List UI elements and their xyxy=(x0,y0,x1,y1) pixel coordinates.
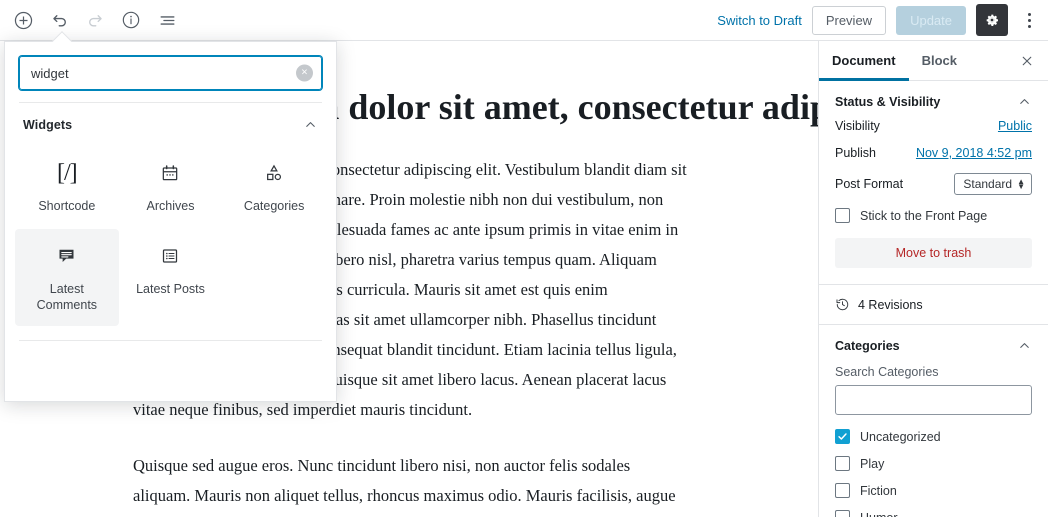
sticky-checkbox[interactable] xyxy=(835,208,850,223)
chevron-down-icon: ▲ ▼ xyxy=(1017,177,1025,191)
tab-document[interactable]: Document xyxy=(819,41,909,81)
category-checkbox[interactable] xyxy=(835,429,850,444)
visibility-row: Visibility Public xyxy=(835,119,1032,133)
widgets-section-title: Widgets xyxy=(23,117,73,132)
block-item-latest-posts[interactable]: Latest Posts xyxy=(119,229,223,326)
sticky-checkbox-row[interactable]: Stick to the Front Page xyxy=(835,208,1032,223)
comment-icon xyxy=(56,243,77,269)
sticky-label: Stick to the Front Page xyxy=(860,208,988,223)
list-icon xyxy=(160,243,180,269)
publish-label: Publish xyxy=(835,146,876,160)
category-label: Humor xyxy=(860,511,898,517)
more-options-icon[interactable] xyxy=(1018,5,1040,35)
sidebar-tabs: Document Block xyxy=(819,41,1048,81)
editor-top-bar: Switch to Draft Preview Update xyxy=(0,0,1048,41)
tab-block[interactable]: Block xyxy=(909,41,970,81)
category-label: Play xyxy=(860,456,885,471)
top-bar-left-tools xyxy=(0,5,182,35)
clear-search-icon[interactable]: × xyxy=(296,64,313,82)
top-bar-right-tools: Switch to Draft Preview Update xyxy=(717,0,1048,40)
visibility-label: Visibility xyxy=(835,119,880,133)
revisions-label: 4 Revisions xyxy=(858,297,923,312)
categories-title: Categories xyxy=(835,338,900,353)
status-visibility-title: Status & Visibility xyxy=(835,94,941,109)
inserter-search-wrap: × xyxy=(5,42,336,102)
category-checkbox[interactable] xyxy=(835,483,850,498)
gutenberg-editor: Switch to Draft Preview Update Lorem ips… xyxy=(0,0,1048,517)
preview-button[interactable]: Preview xyxy=(811,5,887,35)
settings-gear-icon[interactable] xyxy=(976,4,1008,36)
update-button[interactable]: Update xyxy=(896,5,966,35)
info-icon[interactable] xyxy=(116,5,146,35)
category-item[interactable]: Play xyxy=(835,456,1032,471)
backup-clock-icon xyxy=(835,297,850,312)
widgets-section-header[interactable]: Widgets xyxy=(5,103,336,142)
chevron-up-icon[interactable] xyxy=(303,117,318,132)
inserter-footer-divider xyxy=(19,339,322,341)
block-item-shortcode[interactable]: [/] Shortcode xyxy=(15,146,119,227)
post-format-select[interactable]: Standard ▲ ▼ xyxy=(954,173,1032,195)
block-item-label: Archives xyxy=(146,199,195,213)
visibility-value-link[interactable]: Public xyxy=(998,119,1032,133)
category-item[interactable]: Humor xyxy=(835,510,1032,517)
revisions-row[interactable]: 4 Revisions xyxy=(819,285,1048,325)
block-item-label: Latest Comments xyxy=(36,281,98,313)
category-item[interactable]: Uncategorized xyxy=(835,429,1032,444)
paragraph-block[interactable]: Quisque sed augue eros. Nunc tincidunt l… xyxy=(133,451,690,517)
category-checkbox[interactable] xyxy=(835,456,850,471)
chevron-up-icon[interactable] xyxy=(1017,94,1032,109)
block-navigation-icon[interactable] xyxy=(152,5,182,35)
category-item[interactable]: Fiction xyxy=(835,483,1032,498)
categories-panel: Categories Search Categories Uncategoriz… xyxy=(819,325,1048,517)
redo-icon[interactable] xyxy=(80,5,110,35)
search-categories-label: Search Categories xyxy=(835,365,939,379)
switch-to-draft-link[interactable]: Switch to Draft xyxy=(717,13,802,28)
status-visibility-panel: Status & Visibility Visibility Public Pu… xyxy=(819,81,1048,285)
post-format-label: Post Format xyxy=(835,177,904,191)
calendar-icon xyxy=(160,160,180,186)
post-format-row: Post Format Standard ▲ ▼ xyxy=(835,173,1032,195)
category-label: Uncategorized xyxy=(860,429,941,444)
status-visibility-header[interactable]: Status & Visibility xyxy=(835,81,1032,119)
undo-icon[interactable] xyxy=(44,5,74,35)
block-item-label: Shortcode xyxy=(38,199,96,213)
move-to-trash-button[interactable]: Move to trash xyxy=(835,238,1032,268)
category-label: Fiction xyxy=(860,483,897,498)
block-item-label: Categories xyxy=(243,199,305,213)
search-categories-input[interactable] xyxy=(835,385,1032,415)
block-item-label: Latest Posts xyxy=(136,281,205,296)
post-format-value: Standard xyxy=(963,177,1013,191)
block-item-latest-comments[interactable]: Latest Comments xyxy=(15,228,119,326)
categories-header[interactable]: Categories xyxy=(835,325,1032,363)
settings-sidebar: Document Block Status & Visibility Visib… xyxy=(818,41,1048,517)
block-item-categories[interactable]: Categories xyxy=(222,146,326,227)
shortcode-icon: [/] xyxy=(57,159,78,186)
block-type-grid: [/] Shortcode Archives Categories Latest… xyxy=(5,142,336,326)
publish-date-link[interactable]: Nov 9, 2018 4:52 pm xyxy=(916,146,1032,160)
close-sidebar-icon[interactable] xyxy=(1014,48,1040,74)
add-block-icon[interactable] xyxy=(8,5,38,35)
inserter-search-box[interactable]: × xyxy=(19,56,322,90)
publish-row: Publish Nov 9, 2018 4:52 pm xyxy=(835,146,1032,160)
search-input[interactable] xyxy=(20,57,321,89)
block-item-archives[interactable]: Archives xyxy=(119,146,223,227)
block-inserter-popover: × Widgets [/] Shortcode xyxy=(4,31,337,402)
shapes-icon xyxy=(264,160,284,186)
chevron-up-icon[interactable] xyxy=(1017,338,1032,353)
category-checkbox[interactable] xyxy=(835,510,850,517)
